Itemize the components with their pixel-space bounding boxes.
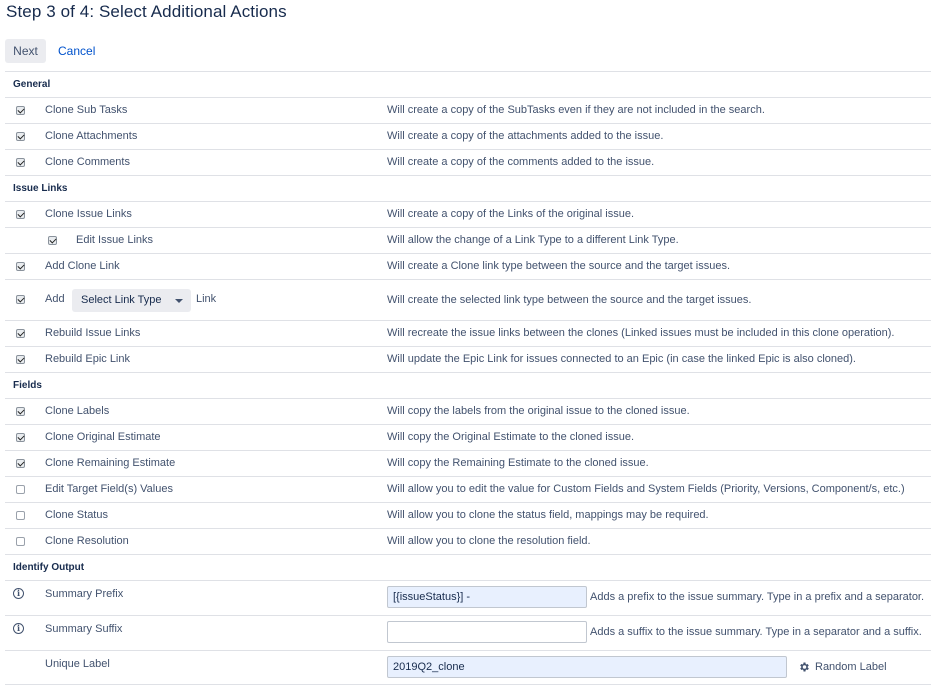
option-row-add-link: Add Select Link Type Link Will create th… [5, 279, 931, 320]
option-row-rebuild-epic-link: Rebuild Epic Link Will update the Epic L… [5, 346, 931, 372]
checkbox-clone-original-estimate[interactable] [16, 433, 25, 442]
option-description: Will allow the change of a Link Type to … [387, 234, 679, 246]
checkbox-edit-target-fields[interactable] [16, 485, 25, 494]
option-label: Clone Original Estimate [45, 431, 161, 443]
option-label: Clone Issue Links [45, 208, 132, 220]
output-label: Unique Label [45, 658, 110, 670]
option-row-rebuild-issue-links: Rebuild Issue Links Will recreate the is… [5, 320, 931, 346]
option-label: Clone Remaining Estimate [45, 457, 176, 469]
option-description: Will create a copy of the comments added… [387, 156, 655, 168]
option-label: Add [45, 293, 65, 305]
option-row-clone-attachments: Clone Attachments Will create a copy of … [5, 123, 931, 149]
option-description: Will allow you to clone the status field… [387, 509, 709, 521]
checkbox-clone-comments[interactable] [16, 158, 25, 167]
actions-table: General Clone Sub Tasks Will create a co… [5, 71, 931, 685]
section-label-fields: Fields [13, 380, 42, 391]
option-row-clone-original-estimate: Clone Original Estimate Will copy the Or… [5, 424, 931, 450]
checkbox-clone-status[interactable] [16, 511, 25, 520]
link-type-select[interactable]: Select Link Type [72, 289, 191, 312]
option-description: Will allow you to edit the value for Cus… [387, 483, 905, 495]
gear-icon[interactable] [798, 661, 810, 673]
summary-prefix-input[interactable]: [{issueStatus}] - [387, 586, 587, 608]
summary-suffix-input[interactable] [387, 621, 587, 643]
unique-label-input[interactable]: 2019Q2_clone [387, 656, 787, 678]
option-label: Clone Attachments [45, 130, 138, 142]
section-fields: Fields [5, 372, 931, 398]
info-icon[interactable]: i [13, 588, 24, 599]
checkbox-clone-remaining-estimate[interactable] [16, 459, 25, 468]
option-description: Will update the Epic Link for issues con… [387, 353, 856, 365]
option-description: Will create the selected link type betwe… [387, 294, 752, 306]
option-row-clone-sub-tasks: Clone Sub Tasks Will create a copy of th… [5, 97, 931, 123]
link-suffix-label: Link [196, 293, 217, 305]
section-label-identify-output: Identify Output [13, 562, 85, 573]
option-label: Clone Labels [45, 405, 110, 417]
section-identify-output: Identify Output [5, 554, 931, 580]
option-description: Will create a copy of the SubTasks even … [387, 104, 765, 116]
info-icon[interactable]: i [13, 623, 24, 634]
option-description: Will allow you to clone the resolution f… [387, 535, 591, 547]
output-row-unique-label: Unique Label 2019Q2_clone Random Label [5, 650, 931, 685]
page-title: Step 3 of 4: Select Additional Actions [6, 2, 287, 21]
option-row-add-clone-link: Add Clone Link Will create a Clone link … [5, 253, 931, 279]
option-label: Clone Comments [45, 156, 130, 168]
checkbox-add-link[interactable] [16, 295, 25, 304]
section-general: General [5, 71, 931, 97]
option-description: Will copy the Remaining Estimate to the … [387, 457, 649, 469]
option-row-clone-status: Clone Status Will allow you to clone the… [5, 502, 931, 528]
checkbox-add-clone-link[interactable] [16, 262, 25, 271]
option-label: Edit Target Field(s) Values [45, 483, 173, 495]
option-row-clone-comments: Clone Comments Will create a copy of the… [5, 149, 931, 175]
checkbox-rebuild-issue-links[interactable] [16, 329, 25, 338]
output-row-summary-suffix: i Summary Suffix Adds a suffix to the is… [5, 615, 931, 650]
checkbox-clone-labels[interactable] [16, 407, 25, 416]
option-label: Rebuild Epic Link [45, 353, 130, 365]
option-label: Add Clone Link [45, 260, 120, 272]
checkbox-clone-resolution[interactable] [16, 537, 25, 546]
output-label: Summary Prefix [45, 588, 124, 600]
checkbox-clone-sub-tasks[interactable] [16, 106, 25, 115]
next-button[interactable]: Next [5, 39, 46, 63]
checkbox-clone-attachments[interactable] [16, 132, 25, 141]
checkbox-rebuild-epic-link[interactable] [16, 355, 25, 364]
section-label-issue-links: Issue Links [13, 183, 68, 194]
output-label: Summary Suffix [45, 623, 123, 635]
option-row-clone-labels: Clone Labels Will copy the labels from t… [5, 398, 931, 424]
option-description: Will copy the labels from the original i… [387, 405, 690, 417]
option-label: Edit Issue Links [76, 234, 154, 246]
random-label-button[interactable]: Random Label [815, 661, 887, 673]
output-row-summary-prefix: i Summary Prefix [{issueStatus}] - Adds … [5, 580, 931, 615]
option-label: Clone Status [45, 509, 108, 521]
output-description: Adds a prefix to the issue summary. Type… [590, 591, 925, 603]
option-row-clone-resolution: Clone Resolution Will allow you to clone… [5, 528, 931, 554]
cancel-button[interactable]: Cancel [58, 44, 95, 58]
checkbox-edit-issue-links[interactable] [48, 236, 57, 245]
section-issue-links: Issue Links [5, 175, 931, 201]
section-label-general: General [13, 79, 51, 90]
option-description: Will create a copy of the Links of the o… [387, 208, 635, 220]
checkbox-clone-issue-links[interactable] [16, 210, 25, 219]
output-description: Adds a suffix to the issue summary. Type… [590, 626, 922, 638]
option-description: Will recreate the issue links between th… [387, 327, 895, 339]
option-description: Will create a Clone link type between th… [387, 260, 731, 272]
option-label: Rebuild Issue Links [45, 327, 141, 339]
option-row-edit-issue-links: Edit Issue Links Will allow the change o… [5, 227, 931, 253]
option-description: Will copy the Original Estimate to the c… [387, 431, 635, 443]
option-label: Clone Resolution [45, 535, 129, 547]
option-row-clone-issue-links: Clone Issue Links Will create a copy of … [5, 201, 931, 227]
option-row-clone-remaining-estimate: Clone Remaining Estimate Will copy the R… [5, 450, 931, 476]
option-description: Will create a copy of the attachments ad… [387, 130, 664, 142]
link-type-select-value: Select Link Type [81, 294, 162, 306]
option-label: Clone Sub Tasks [45, 104, 128, 116]
option-row-edit-target-fields: Edit Target Field(s) Values Will allow y… [5, 476, 931, 502]
chevron-down-icon [175, 299, 183, 303]
